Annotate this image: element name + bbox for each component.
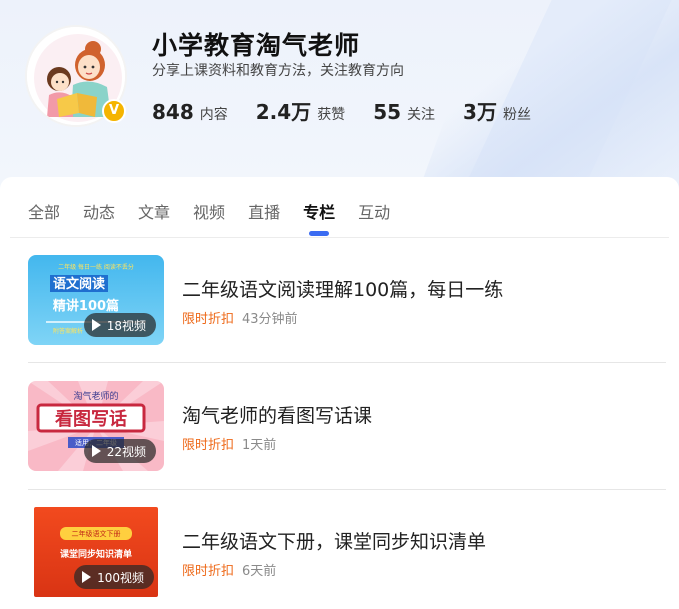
- divider: [28, 489, 666, 490]
- tab-all[interactable]: 全部: [28, 199, 60, 223]
- tab-articles[interactable]: 文章: [138, 199, 170, 223]
- item-thumbnail[interactable]: 二年级语文下册 课堂同步知识清单 100视频: [34, 507, 158, 597]
- profile-stats: 848 内容 2.4万 获赞 55 关注 3万 粉丝: [152, 96, 559, 125]
- profile-name: 小学教育淘气老师: [152, 31, 361, 60]
- video-count-badge: 100视频: [74, 565, 154, 589]
- thumb-top-text: 二年级语文下册: [72, 529, 121, 538]
- item-title[interactable]: 二年级语文下册，课堂同步知识清单: [182, 527, 486, 554]
- item-title[interactable]: 淘气老师的看图写话课: [182, 401, 372, 428]
- item-meta: 限时折扣 43分钟前: [182, 308, 298, 327]
- video-count: 18视频: [106, 318, 146, 333]
- stat-label: 粉丝: [502, 107, 531, 123]
- stat-label: 内容: [199, 107, 228, 123]
- item-meta: 限时折扣 6天前: [182, 560, 276, 579]
- divider: [10, 237, 669, 238]
- thumb-bottom-text: 附答案解析: [53, 327, 83, 335]
- stat-value: 2.4万: [255, 100, 312, 124]
- content-panel: 全部 动态 文章 视频 直播 专栏 互动 二年级 每日一练 阅读不丢分 语文阅读…: [0, 177, 679, 609]
- discount-label: 限时折扣: [182, 312, 235, 327]
- tab-interaction[interactable]: 互动: [358, 199, 390, 223]
- stat-likes[interactable]: 2.4万 获赞: [256, 96, 345, 125]
- tab-columns[interactable]: 专栏: [303, 199, 336, 236]
- thumb-line1: 看图写话: [54, 408, 127, 430]
- play-icon: [91, 445, 101, 457]
- item-meta: 限时折扣 1天前: [182, 434, 276, 453]
- item-time: 6天前: [242, 564, 277, 579]
- stat-value: 55: [373, 100, 402, 124]
- thumb-line2: 精讲100篇: [53, 298, 119, 314]
- item-thumbnail[interactable]: 二年级 每日一练 阅读不丢分 语文阅读 精讲100篇 附答案解析 18视频: [28, 255, 164, 345]
- list-item[interactable]: 淘气老师的 看图写话 适用：二年级 22视频 淘气老师的看图写话课 限时折扣 1…: [28, 381, 666, 490]
- video-count-badge: 22视频: [83, 439, 156, 463]
- thumb-top-text: 二年级 每日一练 阅读不丢分: [58, 263, 134, 271]
- stat-following[interactable]: 55 关注: [373, 100, 435, 124]
- divider: [28, 362, 666, 363]
- tab-bar: 全部 动态 文章 视频 直播 专栏 互动: [28, 199, 413, 236]
- list-item[interactable]: 二年级 每日一练 阅读不丢分 语文阅读 精讲100篇 附答案解析 18视频 二年…: [28, 255, 666, 363]
- play-icon: [91, 319, 101, 331]
- active-tab-indicator: [309, 231, 330, 236]
- video-count: 100视频: [97, 570, 144, 585]
- item-title[interactable]: 二年级语文阅读理解100篇，每日一练: [182, 275, 503, 302]
- item-time: 1天前: [242, 438, 277, 453]
- tab-dynamics[interactable]: 动态: [83, 199, 115, 223]
- tab-label: 专栏: [303, 203, 336, 222]
- discount-label: 限时折扣: [182, 564, 235, 579]
- profile-description: 分享上课资料和教育方法，关注教育方向: [152, 63, 404, 79]
- video-count-badge: 18视频: [83, 313, 156, 337]
- thumb-top-text: 淘气老师的: [73, 390, 118, 402]
- tab-videos[interactable]: 视频: [193, 199, 225, 223]
- thumb-line1: 课堂同步知识清单: [60, 548, 132, 560]
- item-time: 43分钟前: [242, 312, 298, 327]
- video-count: 22视频: [106, 444, 146, 459]
- list-item[interactable]: 二年级语文下册 课堂同步知识清单 100视频 二年级语文下册，课堂同步知识清单 …: [28, 507, 666, 607]
- stat-value: 3万: [463, 100, 497, 124]
- stat-label: 获赞: [317, 107, 346, 123]
- play-icon: [82, 571, 92, 583]
- item-thumbnail[interactable]: 淘气老师的 看图写话 适用：二年级 22视频: [28, 381, 164, 471]
- stat-content[interactable]: 848 内容: [152, 100, 228, 124]
- discount-label: 限时折扣: [182, 438, 235, 453]
- verified-badge-icon: V: [102, 99, 126, 123]
- stat-value: 848: [152, 100, 194, 124]
- tab-live[interactable]: 直播: [248, 199, 280, 223]
- thumb-line1: 语文阅读: [53, 276, 105, 292]
- stat-label: 关注: [407, 107, 436, 123]
- stat-followers[interactable]: 3万 粉丝: [463, 96, 531, 125]
